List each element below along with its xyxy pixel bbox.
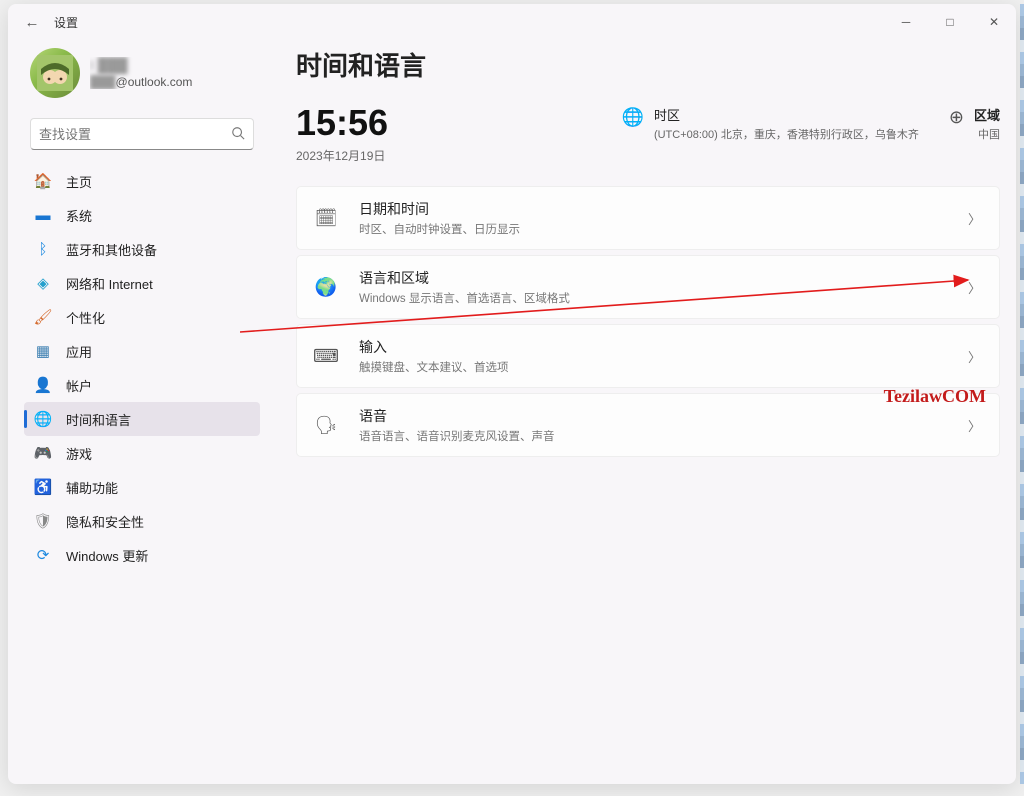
page-title: 时间和语言	[296, 46, 1000, 83]
person-icon: 👤	[34, 376, 52, 394]
sidebar-item-system[interactable]: ▬ 系统	[24, 198, 260, 232]
sidebar-item-label: 个性化	[66, 308, 105, 327]
keyboard-icon: ⌨	[315, 346, 337, 367]
sidebar-item-label: 网络和 Internet	[66, 274, 153, 293]
sidebar-item-label: 辅助功能	[66, 478, 118, 497]
sidebar-item-bluetooth[interactable]: ᛒ 蓝牙和其他设备	[24, 232, 260, 266]
card-subtitle: 语音语言、语音识别麦克风设置、声音	[359, 428, 555, 444]
sidebar-item-apps[interactable]: ▦ 应用	[24, 334, 260, 368]
clock: 15:56 2023年12月19日	[296, 105, 388, 164]
back-button[interactable]: ←	[20, 14, 44, 31]
card-title: 日期和时间	[359, 199, 520, 219]
card-date-time[interactable]: 🗓 日期和时间 时区、自动时钟设置、日历显示 〉	[296, 186, 1000, 250]
sidebar-item-label: Windows 更新	[66, 546, 148, 565]
minimize-button[interactable]: ─	[884, 4, 928, 40]
sidebar-item-accessibility[interactable]: ♿ 辅助功能	[24, 470, 260, 504]
card-subtitle: Windows 显示语言、首选语言、区域格式	[359, 290, 570, 306]
sidebar-item-label: 系统	[66, 206, 92, 225]
sidebar-item-home[interactable]: 🏠 主页	[24, 164, 260, 198]
card-title: 输入	[359, 337, 509, 357]
sidebar-item-label: 蓝牙和其他设备	[66, 240, 157, 259]
sidebar-item-accounts[interactable]: 👤 帐户	[24, 368, 260, 402]
globe-icon: 🌐	[622, 107, 644, 142]
brush-icon: 🖌	[34, 308, 52, 326]
nav: 🏠主页 ▬系统 ᛒ蓝牙和其他设备 ◈网络和 Internet 🖌个性化 ▦应用 …	[24, 164, 260, 572]
accessibility-icon: ♿	[34, 478, 52, 496]
close-button[interactable]: ✕	[972, 4, 1016, 40]
app-title: 设置	[54, 14, 78, 31]
search-input[interactable]	[39, 127, 231, 142]
sidebar-item-label: 应用	[66, 342, 92, 361]
titlebar: ← 设置 ─ □ ✕	[8, 4, 1016, 40]
avatar	[30, 48, 80, 98]
card-input[interactable]: ⌨ 输入 触摸键盘、文本建议、首选项 〉	[296, 324, 1000, 388]
current-time: 15:56	[296, 105, 388, 141]
apps-icon: ▦	[34, 342, 52, 360]
speech-icon: 🗣	[315, 415, 337, 436]
system-icon: ▬	[34, 206, 52, 224]
sidebar-item-label: 主页	[66, 172, 92, 191]
wifi-icon: ◈	[34, 274, 52, 292]
chevron-right-icon: 〉	[968, 347, 981, 366]
sidebar-item-label: 时间和语言	[66, 410, 131, 429]
sidebar-item-update[interactable]: ⟳ Windows 更新	[24, 538, 260, 572]
card-title: 语音	[359, 406, 555, 426]
globe-clock-icon: 🌐	[34, 410, 52, 428]
card-language-region[interactable]: 🌍 语言和区域 Windows 显示语言、首选语言、区域格式 〉	[296, 255, 1000, 319]
region-icon: ⊕	[949, 107, 964, 128]
sidebar-item-personalize[interactable]: 🖌 个性化	[24, 300, 260, 334]
watermark: TezilawCOM	[884, 386, 986, 407]
card-subtitle: 时区、自动时钟设置、日历显示	[359, 221, 520, 237]
sidebar-item-network[interactable]: ◈ 网络和 Internet	[24, 266, 260, 300]
user-name: I ███	[90, 57, 192, 73]
user-email: ███@outlook.com	[90, 75, 192, 89]
chevron-right-icon: 〉	[968, 278, 981, 297]
timezone-label: 时区	[654, 105, 919, 124]
user-profile[interactable]: I ███ ███@outlook.com	[24, 40, 260, 114]
region-value: 中国	[974, 126, 1000, 142]
language-icon: 🌍	[315, 277, 337, 298]
timezone-value: (UTC+08:00) 北京，重庆，香港特别行政区，乌鲁木齐	[654, 126, 919, 142]
calendar-clock-icon: 🗓	[315, 208, 337, 229]
main-content: 时间和语言 15:56 2023年12月19日 🌐 时区 (UTC+08:00)…	[268, 40, 1016, 784]
timezone-summary[interactable]: 🌐 时区 (UTC+08:00) 北京，重庆，香港特别行政区，乌鲁木齐	[622, 105, 919, 142]
card-subtitle: 触摸键盘、文本建议、首选项	[359, 359, 509, 375]
sidebar-item-label: 隐私和安全性	[66, 512, 144, 531]
search-input-wrapper[interactable]	[30, 118, 254, 150]
current-date: 2023年12月19日	[296, 147, 388, 164]
shield-icon: 🛡	[34, 512, 52, 530]
sidebar-item-label: 游戏	[66, 444, 92, 463]
sidebar-item-gaming[interactable]: 🎮 游戏	[24, 436, 260, 470]
sidebar-item-label: 帐户	[66, 376, 92, 395]
region-label: 区域	[974, 105, 1000, 124]
avatar-image	[37, 55, 73, 91]
bluetooth-icon: ᛒ	[34, 240, 52, 258]
update-icon: ⟳	[34, 546, 52, 564]
home-icon: 🏠	[34, 172, 52, 190]
card-title: 语言和区域	[359, 268, 570, 288]
summary-row: 15:56 2023年12月19日 🌐 时区 (UTC+08:00) 北京，重庆…	[296, 105, 1000, 164]
chevron-right-icon: 〉	[968, 209, 981, 228]
gamepad-icon: 🎮	[34, 444, 52, 462]
chevron-right-icon: 〉	[968, 416, 981, 435]
sidebar: I ███ ███@outlook.com 🏠 主页 ▬ 系统 ᛒ 蓝牙和其他设备 ◈…	[8, 40, 268, 784]
region-summary[interactable]: ⊕ 区域 中国	[949, 105, 1000, 142]
sidebar-item-timelang[interactable]: 🌐 时间和语言	[24, 402, 260, 436]
sidebar-item-privacy[interactable]: 🛡 隐私和安全性	[24, 504, 260, 538]
maximize-button[interactable]: □	[928, 4, 972, 40]
search-icon	[231, 126, 245, 143]
background-strip	[1020, 4, 1024, 784]
